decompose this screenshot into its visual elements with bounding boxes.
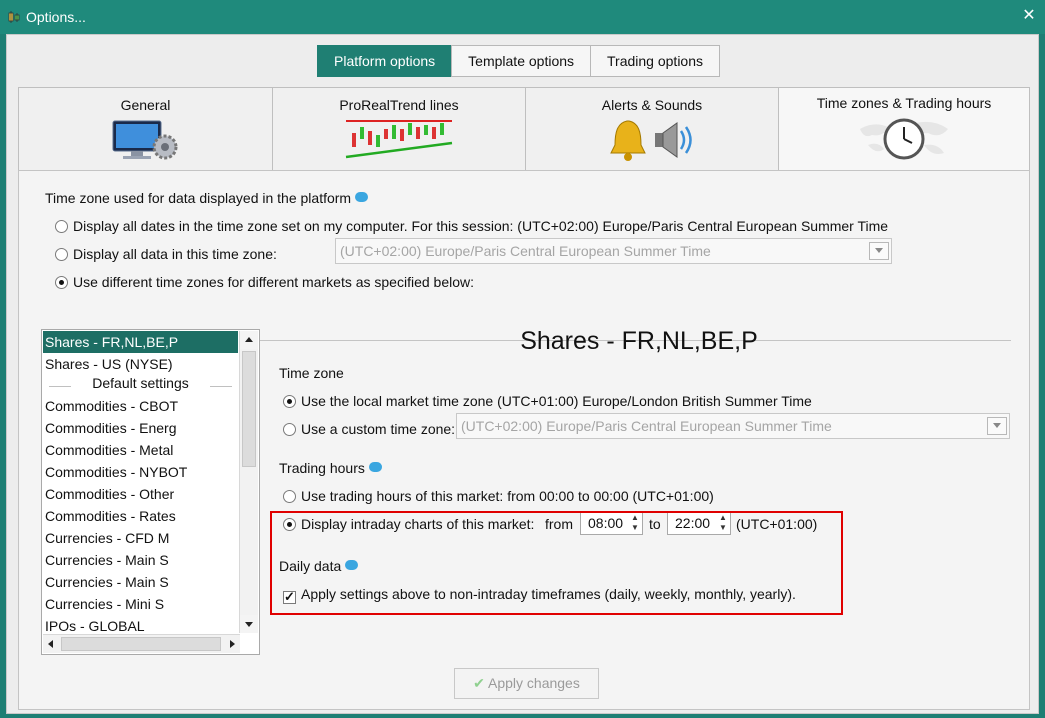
list-item[interactable]: Commodities - NYBOT bbox=[43, 461, 238, 483]
local-tz-label: Use the local market time zone (UTC+01:0… bbox=[301, 393, 812, 409]
market-title: Shares - FR,NL,BE,P bbox=[520, 327, 758, 355]
list-item[interactable]: Commodities - Metal bbox=[43, 439, 238, 461]
list-horizontal-scrollbar[interactable] bbox=[43, 634, 240, 653]
tab-time-zones-label: Time zones & Trading hours bbox=[816, 95, 992, 111]
clock-world-icon bbox=[860, 118, 948, 160]
list-item[interactable]: Commodities - Energ bbox=[43, 417, 238, 439]
title-bar: Options... ✕ bbox=[0, 0, 1045, 34]
tz-option-fixed[interactable]: Display all data in this time zone: bbox=[55, 246, 277, 262]
custom-tz-option[interactable]: Use a custom time zone: bbox=[283, 421, 455, 437]
apply-changes-label: Apply changes bbox=[488, 675, 580, 691]
tab-platform-options[interactable]: Platform options bbox=[317, 45, 453, 77]
trading-hours-heading: Trading hours bbox=[279, 460, 382, 476]
use-trading-hours-option[interactable]: Use trading hours of this market: from 0… bbox=[283, 488, 714, 504]
timezones-panel: Time zone used for data displayed in the… bbox=[18, 170, 1030, 710]
fixed-tz-combo[interactable]: (UTC+02:00) Europe/Paris Central Europea… bbox=[335, 238, 892, 264]
monitor-gear-icon bbox=[112, 120, 177, 160]
scroll-left-icon[interactable] bbox=[45, 638, 57, 650]
tab-template-options[interactable]: Template options bbox=[451, 45, 592, 77]
list-item[interactable]: Currencies - Main S bbox=[43, 571, 238, 593]
market-list[interactable]: Shares - FR,NL,BE,P Shares - US (NYSE) D… bbox=[41, 329, 260, 655]
info-bubble-icon[interactable] bbox=[368, 462, 382, 472]
list-item[interactable]: Commodities - Other bbox=[43, 483, 238, 505]
tab-alerts-sounds[interactable]: Alerts & Sounds bbox=[525, 87, 779, 171]
tab-prorealtrend-lines[interactable]: ProRealTrend lines bbox=[272, 87, 526, 171]
dialog-body: Platform options Template options Tradin… bbox=[6, 34, 1039, 714]
list-separator: Default settings bbox=[43, 375, 238, 397]
scroll-thumb-horizontal[interactable] bbox=[61, 637, 221, 651]
list-item[interactable]: Currencies - Main S bbox=[43, 549, 238, 571]
tab-alerts-label: Alerts & Sounds bbox=[601, 97, 703, 113]
radio-custom-tz[interactable] bbox=[283, 423, 296, 436]
window-title: Options... bbox=[26, 9, 86, 25]
check-icon: ✔ bbox=[473, 675, 485, 691]
radio-fixed-tz[interactable] bbox=[55, 248, 68, 261]
tz-option-per-market[interactable]: Use different time zones for different m… bbox=[55, 274, 474, 290]
tab-time-zones[interactable]: Time zones & Trading hours bbox=[778, 87, 1030, 173]
custom-tz-combo-value: (UTC+02:00) Europe/Paris Central Europea… bbox=[461, 418, 832, 434]
tz-option-per-market-label: Use different time zones for different m… bbox=[73, 274, 475, 290]
scroll-right-icon[interactable] bbox=[226, 638, 238, 650]
close-icon[interactable]: ✕ bbox=[1019, 6, 1039, 26]
custom-tz-label: Use a custom time zone: bbox=[301, 421, 456, 437]
trading-hours-label: Trading hours bbox=[279, 460, 365, 476]
app-candlestick-icon bbox=[8, 11, 20, 23]
scroll-up-icon[interactable] bbox=[240, 331, 258, 349]
apply-changes-button[interactable]: ✔ Apply changes bbox=[454, 668, 599, 699]
info-bubble-icon[interactable] bbox=[355, 192, 369, 202]
fixed-tz-combo-value: (UTC+02:00) Europe/Paris Central Europea… bbox=[340, 243, 711, 259]
tz-heading-label: Time zone used for data displayed in the… bbox=[45, 190, 352, 206]
tab-prorealtrend-label: ProRealTrend lines bbox=[339, 97, 459, 113]
list-item[interactable]: Commodities - Rates bbox=[43, 505, 238, 527]
list-item[interactable]: IPOs - GLOBAL bbox=[43, 615, 238, 633]
tab-general-label: General bbox=[120, 97, 171, 113]
timezone-heading: Time zone bbox=[279, 365, 344, 381]
tab-general[interactable]: General bbox=[18, 87, 273, 171]
custom-tz-combo[interactable]: (UTC+02:00) Europe/Paris Central Europea… bbox=[456, 413, 1010, 439]
local-tz-option[interactable]: Use the local market time zone (UTC+01:0… bbox=[283, 393, 812, 409]
chevron-down-icon[interactable] bbox=[869, 242, 889, 260]
top-tabs: Platform options Template options Tradin… bbox=[317, 45, 720, 77]
list-item[interactable]: Shares - FR,NL,BE,P bbox=[43, 331, 238, 353]
list-item[interactable]: Currencies - CFD M bbox=[43, 527, 238, 549]
radio-computer-tz[interactable] bbox=[55, 220, 68, 233]
scroll-down-icon[interactable] bbox=[240, 615, 258, 633]
use-trading-hours-label: Use trading hours of this market: from 0… bbox=[301, 488, 714, 504]
highlight-box bbox=[270, 511, 843, 615]
trendline-chart-icon bbox=[345, 120, 453, 159]
radio-per-market-tz[interactable] bbox=[55, 276, 68, 289]
tz-option-computer-label: Display all dates in the time zone set o… bbox=[73, 218, 889, 234]
tz-option-computer[interactable]: Display all dates in the time zone set o… bbox=[55, 218, 888, 234]
radio-use-trading-hours[interactable] bbox=[283, 490, 296, 503]
options-window: Options... ✕ Platform options Template o… bbox=[0, 0, 1045, 718]
tz-heading: Time zone used for data displayed in the… bbox=[45, 190, 369, 206]
radio-local-tz[interactable] bbox=[283, 395, 296, 408]
tab-trading-options[interactable]: Trading options bbox=[590, 45, 720, 77]
bell-speaker-icon bbox=[610, 120, 692, 161]
scroll-thumb[interactable] bbox=[242, 351, 256, 467]
list-vertical-scrollbar[interactable] bbox=[239, 331, 258, 633]
list-item[interactable]: Currencies - Mini S bbox=[43, 593, 238, 615]
list-item[interactable]: Commodities - CBOT bbox=[43, 395, 238, 417]
category-tabs: General ProRealTrend lines Alerts & Soun… bbox=[18, 87, 1030, 173]
tz-option-fixed-label: Display all data in this time zone: bbox=[73, 246, 277, 262]
list-item[interactable]: Shares - US (NYSE) bbox=[43, 353, 238, 375]
chevron-down-icon[interactable] bbox=[987, 417, 1007, 435]
